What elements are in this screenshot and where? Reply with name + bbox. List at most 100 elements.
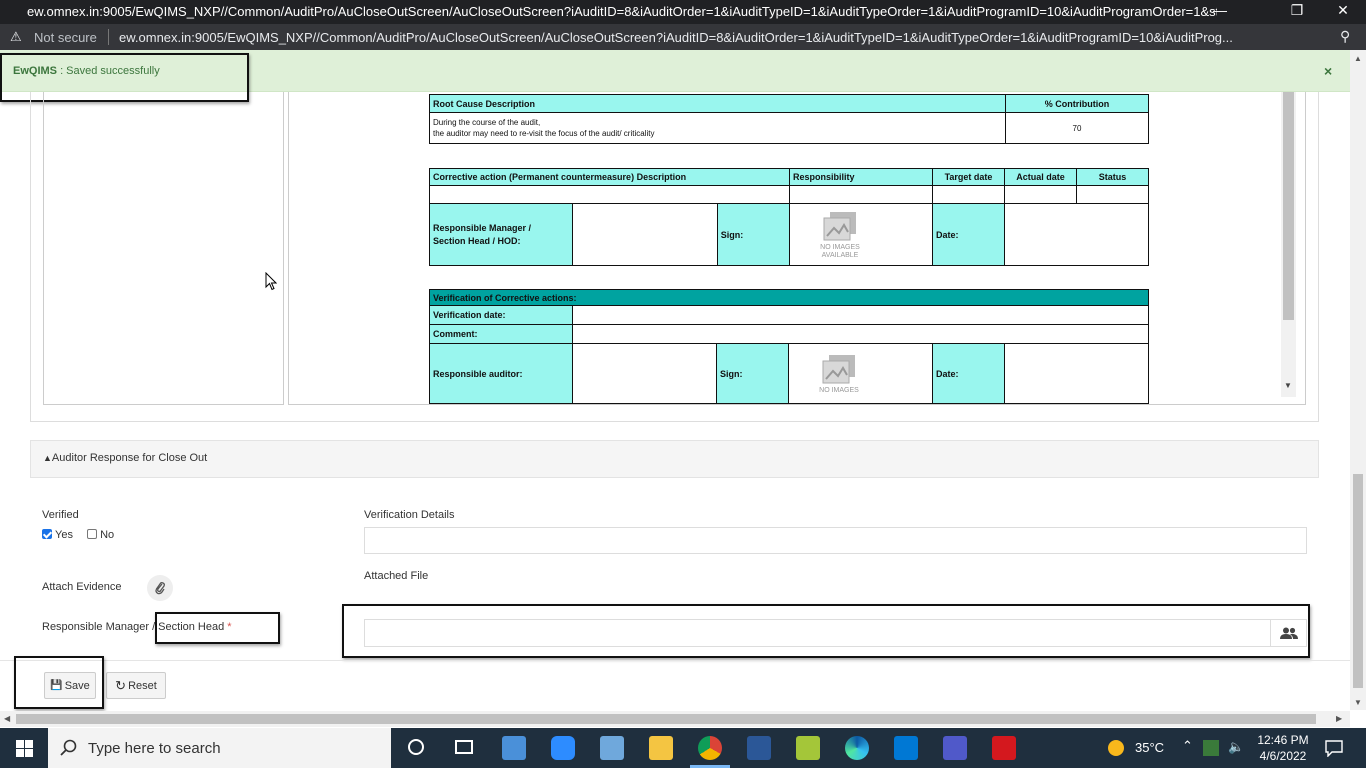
no-image-text-1: NO IMAGES bbox=[820, 243, 860, 251]
contribution-header: % Contribution bbox=[1005, 94, 1149, 113]
signature-cell: NO IMAGES AVAILABLE bbox=[789, 203, 933, 266]
date-value bbox=[1004, 203, 1149, 266]
notification-close-icon[interactable]: × bbox=[1324, 63, 1332, 79]
document-scroll-thumb[interactable] bbox=[1283, 92, 1294, 320]
teams-icon[interactable] bbox=[943, 736, 967, 760]
edge-icon[interactable] bbox=[845, 736, 869, 760]
verification-date-label: Verification date: bbox=[429, 305, 573, 325]
auditor-sign-label: Sign: bbox=[716, 343, 789, 404]
scroll-left-icon[interactable]: ◀ bbox=[4, 714, 10, 723]
root-cause-table: Root Cause Description % Contribution Du… bbox=[429, 94, 1149, 144]
accordion-title[interactable]: ▲Auditor Response for Close Out bbox=[43, 452, 207, 464]
mouse-cursor-icon bbox=[265, 272, 277, 291]
root-cause-desc: During the course of the audit, the audi… bbox=[429, 112, 1006, 144]
no-image-placeholder: NO IMAGES AVAILABLE bbox=[800, 206, 880, 264]
tray-app-icon[interactable] bbox=[1203, 740, 1219, 756]
page-vertical-scrollbar[interactable]: ▲ ▼ bbox=[1350, 50, 1366, 710]
highlight-box-input bbox=[342, 604, 1310, 658]
status-cell bbox=[1076, 185, 1149, 204]
comment-label: Comment: bbox=[429, 324, 573, 344]
auditor-image-placeholder-icon bbox=[819, 353, 859, 387]
sign-label: Sign: bbox=[716, 203, 791, 266]
computer-icon[interactable] bbox=[600, 736, 624, 760]
no-label[interactable]: No bbox=[100, 529, 114, 541]
resp-auditor-label: Responsible auditor: bbox=[429, 343, 573, 404]
accordion-title-text: Auditor Response for Close Out bbox=[51, 452, 208, 464]
notification-center-icon[interactable] bbox=[1325, 739, 1343, 757]
yes-checkbox[interactable] bbox=[42, 529, 52, 539]
taskbar-search-icon bbox=[60, 739, 77, 756]
verification-details-label: Verification Details bbox=[364, 509, 455, 521]
scroll-down-icon[interactable]: ▼ bbox=[1284, 381, 1292, 390]
contribution-value: 70 bbox=[1005, 112, 1149, 144]
taskbar-clock[interactable]: 12:46 PM 4/6/2022 bbox=[1256, 732, 1310, 764]
no-checkbox[interactable] bbox=[87, 529, 98, 539]
responsibility-header: Responsibility bbox=[789, 168, 933, 186]
taskbar-search-placeholder[interactable]: Type here to search bbox=[88, 740, 221, 757]
acrobat-icon[interactable] bbox=[992, 736, 1016, 760]
temperature[interactable]: 35°C bbox=[1135, 740, 1164, 755]
page-horizontal-scrollbar[interactable]: ◀ ▶ bbox=[0, 711, 1350, 727]
window-title-bar: ew.omnex.in:9005/EwQIMS_NXP//Common/Audi… bbox=[0, 0, 1366, 24]
footer-divider bbox=[0, 660, 1350, 661]
verification-details-input[interactable] bbox=[364, 527, 1307, 554]
reset-button[interactable]: ↻ Reset bbox=[106, 672, 166, 699]
corrective-desc-cell bbox=[429, 185, 790, 204]
comment-value bbox=[572, 324, 1149, 344]
windows-start-icon[interactable] bbox=[16, 740, 33, 757]
horizontal-scroll-thumb[interactable] bbox=[16, 714, 1316, 724]
verified-label: Verified bbox=[42, 509, 79, 521]
chart-app-icon[interactable] bbox=[796, 736, 820, 760]
corrective-header: Corrective action (Permanent countermeas… bbox=[429, 168, 790, 186]
address-bar[interactable]: ⚠ Not secure ew.omnex.in:9005/EwQIMS_NXP… bbox=[0, 24, 1366, 50]
close-window-icon[interactable]: ✕ bbox=[1328, 2, 1358, 19]
security-status[interactable]: Not secure bbox=[34, 30, 97, 45]
mail-icon[interactable] bbox=[894, 736, 918, 760]
root-cause-header: Root Cause Description bbox=[429, 94, 1006, 113]
auditor-no-image-placeholder: NO IMAGES bbox=[799, 345, 879, 403]
target-date-header: Target date bbox=[932, 168, 1005, 186]
image-placeholder-icon bbox=[820, 210, 860, 244]
auditor-date-label: Date: bbox=[932, 343, 1005, 404]
status-header: Status bbox=[1076, 168, 1149, 186]
restore-icon[interactable]: ❐ bbox=[1282, 2, 1312, 19]
zoom-icon[interactable] bbox=[551, 736, 575, 760]
tray-chevron-icon[interactable]: ⌃ bbox=[1182, 738, 1193, 754]
cortana-icon[interactable] bbox=[408, 739, 424, 755]
clock-date: 4/6/2022 bbox=[1259, 749, 1307, 763]
app-icon-1[interactable] bbox=[502, 736, 526, 760]
document-preview: Root Cause Description % Contribution Du… bbox=[288, 92, 1306, 405]
attach-evidence-button[interactable] bbox=[147, 575, 173, 601]
target-date-cell bbox=[932, 185, 1005, 204]
volume-icon[interactable]: 🔈 bbox=[1228, 739, 1244, 755]
actual-date-cell bbox=[1004, 185, 1077, 204]
resp-manager-label-1: Responsible Manager / bbox=[433, 222, 532, 233]
scroll-up-icon[interactable]: ▲ bbox=[1354, 54, 1362, 63]
highlight-box-save bbox=[14, 656, 104, 709]
chevron-up-icon: ▲ bbox=[43, 453, 52, 463]
file-explorer-icon[interactable] bbox=[649, 736, 673, 760]
document-scrollbar[interactable]: ▼ bbox=[1281, 92, 1296, 397]
minimize-icon[interactable]: — bbox=[1205, 2, 1235, 18]
security-icon[interactable] bbox=[747, 736, 771, 760]
weather-sun-icon[interactable] bbox=[1108, 740, 1124, 756]
search-icon[interactable]: ⚲ bbox=[1340, 28, 1350, 45]
task-view-icon[interactable] bbox=[455, 740, 473, 754]
page-scroll-down-icon[interactable]: ▼ bbox=[1354, 698, 1362, 707]
page-scroll-thumb[interactable] bbox=[1353, 474, 1363, 688]
taskbar-search-box[interactable]: Type here to search bbox=[48, 728, 391, 768]
responsibility-cell bbox=[789, 185, 933, 204]
warning-icon[interactable]: ⚠ bbox=[10, 29, 22, 45]
highlight-box-label bbox=[155, 612, 280, 644]
verified-options: Yes No bbox=[42, 529, 114, 541]
auditor-response-accordion[interactable]: ▲Auditor Response for Close Out bbox=[30, 440, 1319, 478]
scroll-right-icon[interactable]: ▶ bbox=[1336, 714, 1342, 723]
chrome-icon[interactable] bbox=[698, 736, 722, 760]
auditor-no-image-text: NO IMAGES bbox=[819, 386, 859, 394]
yes-label[interactable]: Yes bbox=[55, 529, 73, 541]
actual-date-header: Actual date bbox=[1004, 168, 1077, 186]
root-cause-line-2: the auditor may need to re-visit the foc… bbox=[433, 129, 655, 138]
no-image-text-2: AVAILABLE bbox=[821, 251, 859, 259]
url-text[interactable]: ew.omnex.in:9005/EwQIMS_NXP//Common/Audi… bbox=[119, 30, 1329, 45]
resp-auditor-value bbox=[572, 343, 717, 404]
